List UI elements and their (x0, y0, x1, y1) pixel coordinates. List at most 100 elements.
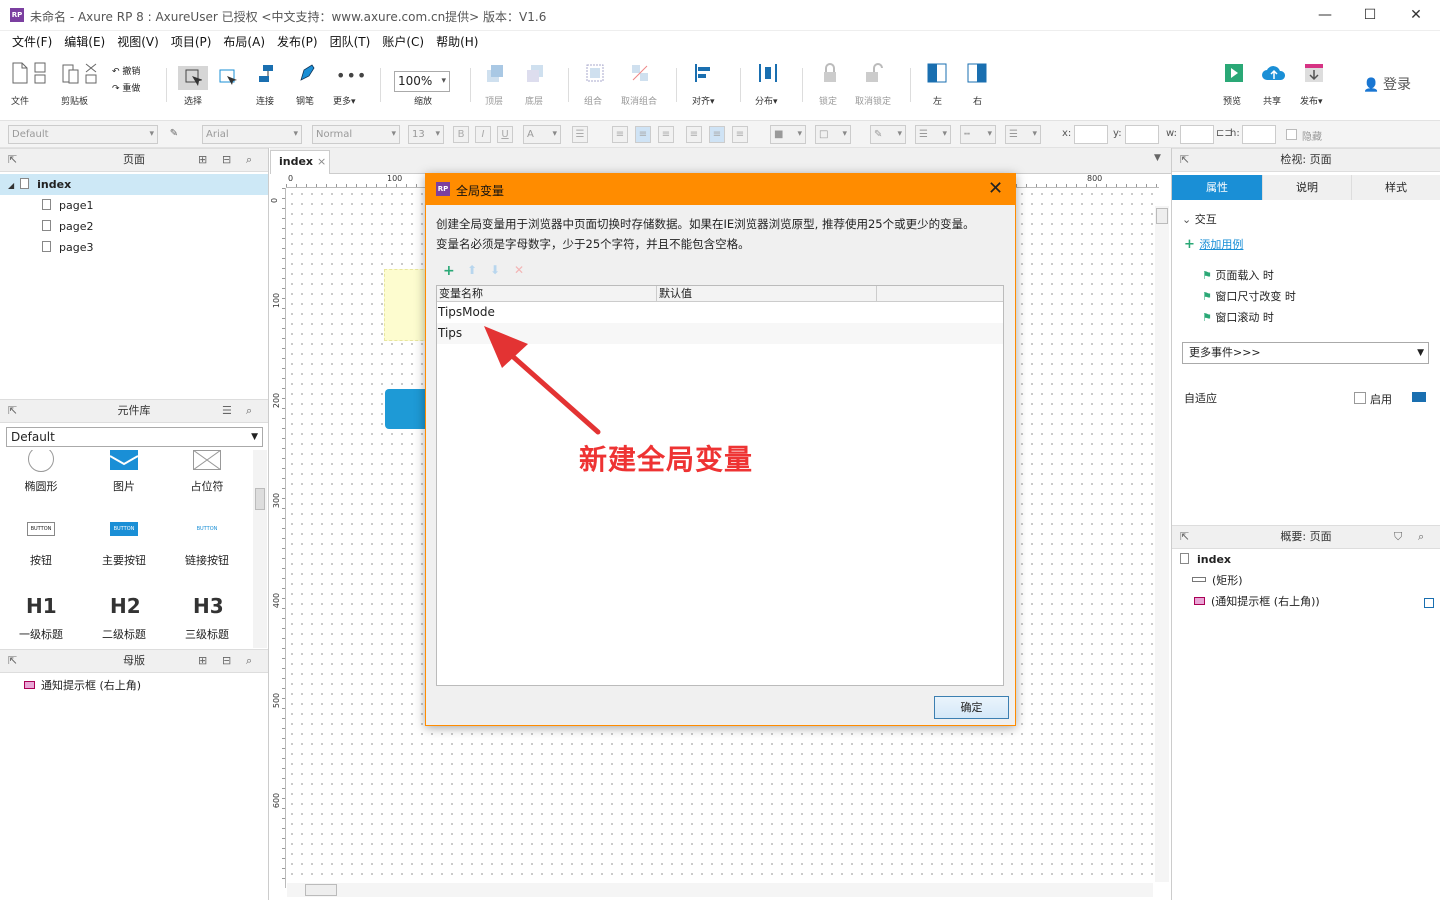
heading1-icon[interactable]: H1 (26, 594, 57, 618)
pen-icon[interactable] (297, 62, 317, 84)
move-down-icon[interactable]: ⬇ (490, 263, 500, 277)
collapse-icon[interactable]: ⇱ (1180, 526, 1189, 548)
w-input[interactable] (1180, 125, 1214, 144)
fill-color-select[interactable]: ■ (770, 125, 806, 144)
search-icon[interactable]: ⌕ (246, 149, 252, 171)
event-window-resize[interactable]: ⚑ 窗口尺寸改变 时 (1202, 288, 1296, 304)
align-text-right-icon[interactable]: ≡ (658, 126, 674, 143)
zoom-select[interactable]: 100% ▾ (394, 71, 450, 92)
library-select[interactable]: Default ▼ (6, 427, 263, 447)
font-select[interactable]: Arial (202, 125, 302, 144)
page-item-page3[interactable]: page3 (42, 237, 93, 258)
link-button-icon[interactable]: BUTTON (193, 522, 221, 536)
new-file-icon[interactable] (10, 62, 30, 84)
scrollbar-thumb[interactable] (1156, 208, 1168, 224)
menu-team[interactable]: 团队(T) (324, 31, 377, 54)
undo-button[interactable]: ↶ 撤销 (112, 64, 140, 77)
unlock-icon[interactable] (864, 62, 884, 84)
bold-button[interactable]: B (453, 126, 469, 143)
align-left-icon[interactable] (694, 62, 714, 84)
outline-item-rectangle[interactable]: (矩形) (1192, 570, 1243, 591)
valign-bottom-icon[interactable]: ≡ (732, 126, 748, 143)
distribute-label[interactable]: 分布▾ (755, 94, 778, 107)
pane-right-icon[interactable] (967, 62, 987, 84)
adaptive-views-icon[interactable] (1412, 392, 1426, 402)
variable-name[interactable]: TipsMode (438, 305, 495, 319)
shadow-select[interactable]: □ (815, 125, 851, 144)
menu-view[interactable]: 视图(V) (111, 31, 165, 54)
lock-icon[interactable] (820, 62, 840, 84)
page-item-index[interactable]: ◢ index (0, 174, 268, 195)
add-folder-icon[interactable]: ⊟ (222, 650, 231, 672)
outline-item-master[interactable]: (通知提示框 (右上角)) (1194, 591, 1320, 612)
style-select[interactable]: Default (8, 125, 158, 144)
menu-file[interactable]: 文件(F) (6, 31, 58, 54)
outline-root[interactable]: index (1180, 549, 1231, 570)
button-icon[interactable]: BUTTON (27, 522, 55, 536)
preview-icon[interactable] (1224, 62, 1244, 84)
line-width-select[interactable]: ☰ (915, 125, 951, 144)
distribute-icon[interactable] (758, 62, 778, 84)
search-icon[interactable]: ⌕ (1418, 526, 1424, 548)
select-mode-button[interactable] (178, 66, 208, 90)
add-variable-icon[interactable]: + (443, 263, 455, 279)
bring-to-front-icon[interactable] (485, 62, 505, 84)
event-window-scroll[interactable]: ⚑ 窗口滚动 时 (1202, 309, 1274, 325)
align-text-left-icon[interactable]: ≡ (612, 126, 628, 143)
bullet-list-icon[interactable]: ☰ (572, 126, 588, 143)
dialog-close-button[interactable]: ✕ (988, 178, 1003, 199)
menu-edit[interactable]: 编辑(E) (58, 31, 111, 54)
menu-publish[interactable]: 发布(P) (271, 31, 324, 54)
close-tab-icon[interactable]: × (317, 151, 326, 173)
send-to-back-icon[interactable] (525, 62, 545, 84)
font-color-select[interactable]: A (523, 125, 561, 144)
font-size-select[interactable]: 13 (408, 125, 444, 144)
interaction-section[interactable]: ⌄ 交互 (1182, 211, 1217, 227)
event-page-load[interactable]: ⚑ 页面载入 时 (1202, 267, 1274, 283)
pane-left-icon[interactable] (927, 62, 947, 84)
heading2-icon[interactable]: H2 (110, 594, 141, 618)
redo-button[interactable]: ↷ 重做 (112, 81, 140, 94)
page-item-page1[interactable]: page1 (42, 195, 93, 216)
more-label[interactable]: 更多▾ (333, 94, 356, 107)
library-scrollbar[interactable] (253, 450, 267, 648)
expand-icon[interactable]: ◢ (8, 181, 14, 190)
move-up-icon[interactable]: ⬆ (467, 263, 477, 277)
master-item[interactable]: 通知提示框 (右上角) (24, 675, 141, 696)
valign-top-icon[interactable]: ≡ (686, 126, 702, 143)
cut-icon[interactable] (84, 62, 98, 84)
save-icon[interactable] (34, 62, 46, 84)
minimize-button[interactable]: — (1302, 0, 1348, 31)
menu-project[interactable]: 项目(P) (165, 31, 218, 54)
canvas-horizontal-scrollbar[interactable] (287, 883, 1153, 897)
add-page-icon[interactable]: ⊞ (198, 149, 207, 171)
collapse-icon[interactable]: ⇱ (8, 149, 17, 171)
tab-properties[interactable]: 属性 (1172, 175, 1262, 200)
x-input[interactable] (1074, 125, 1108, 144)
more-events-select[interactable]: 更多事件>>> ▼ (1182, 342, 1429, 364)
connect-icon[interactable] (257, 62, 277, 84)
add-master-icon[interactable]: ⊞ (198, 650, 207, 672)
variable-name[interactable]: Tips (438, 326, 462, 340)
line-style-select[interactable]: ┅ (960, 125, 996, 144)
collapse-icon[interactable]: ⇱ (8, 650, 17, 672)
page-item-page2[interactable]: page2 (42, 216, 93, 237)
login-button[interactable]: 👤 登录 (1363, 74, 1411, 94)
publish-label[interactable]: 发布▾ (1300, 94, 1323, 107)
scrollbar-thumb[interactable] (305, 884, 337, 896)
valign-middle-icon[interactable]: ≡ (709, 126, 725, 143)
hidden-checkbox[interactable] (1286, 129, 1297, 140)
share-cloud-icon[interactable] (1261, 62, 1287, 84)
align-label[interactable]: 对齐▾ (692, 94, 715, 107)
h-input[interactable] (1242, 125, 1276, 144)
scrollbar-thumb[interactable] (255, 488, 265, 510)
filter-icon[interactable]: ⛉ (1394, 526, 1402, 548)
tab-index[interactable]: index × (270, 150, 330, 174)
add-folder-icon[interactable]: ⊟ (222, 149, 231, 171)
maximize-button[interactable]: ☐ (1347, 0, 1393, 31)
collapse-icon[interactable]: ⇱ (1180, 149, 1189, 171)
close-button[interactable]: ✕ (1393, 0, 1439, 31)
arrow-style-select[interactable]: ☰ (1005, 125, 1041, 144)
menu-help[interactable]: 帮助(H) (430, 31, 484, 54)
adaptive-enable-checkbox[interactable] (1354, 392, 1366, 404)
